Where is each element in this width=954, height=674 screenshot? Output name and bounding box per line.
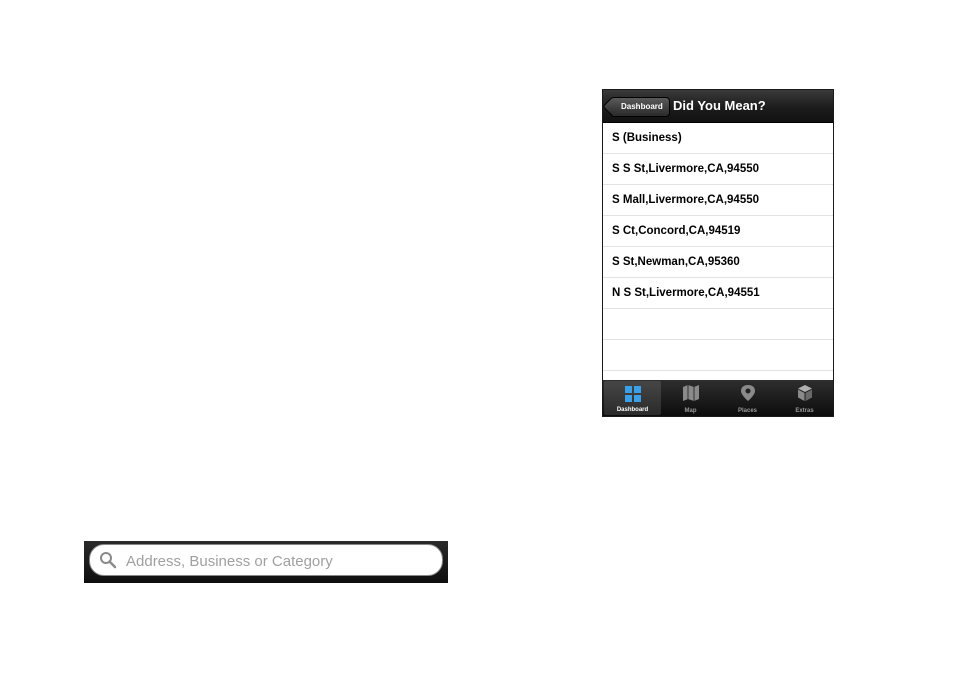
back-button-label: Dashboard <box>621 102 663 111</box>
suggestion-item[interactable]: N S St,Livermore,CA,94551 <box>603 278 833 309</box>
suggestion-item[interactable]: S (Business) <box>603 123 833 154</box>
suggestion-item[interactable]: S Ct,Concord,CA,94519 <box>603 216 833 247</box>
search-bar <box>84 541 448 583</box>
extras-box-icon <box>797 385 812 401</box>
suggestion-item[interactable]: S Mall,Livermore,CA,94550 <box>603 185 833 216</box>
dashboard-icon <box>624 386 641 402</box>
empty-list-row <box>603 309 833 340</box>
did-you-mean-screen: Dashboard Did You Mean? S (Business) S S… <box>602 89 834 417</box>
suggestion-item[interactable]: S St,Newman,CA,95360 <box>603 247 833 278</box>
tab-places[interactable]: Places <box>719 380 776 416</box>
tab-label: Map <box>684 408 697 414</box>
tab-dashboard[interactable]: Dashboard <box>604 381 661 415</box>
back-button-dashboard[interactable]: Dashboard <box>610 97 670 117</box>
tab-label: Places <box>737 408 758 414</box>
page-title: Did You Mean? <box>673 98 766 113</box>
places-pin-icon <box>740 385 755 401</box>
tab-label: Extras <box>795 408 814 414</box>
empty-list-row <box>603 340 833 371</box>
search-icon <box>100 552 117 569</box>
tab-bar: Dashboard Map Places Extras <box>603 380 833 416</box>
tab-map[interactable]: Map <box>662 380 719 416</box>
tab-label: Dashboard <box>616 407 649 413</box>
map-icon <box>682 385 699 401</box>
suggestion-list: S (Business) S S St,Livermore,CA,94550 S… <box>603 123 833 371</box>
search-field[interactable] <box>89 544 443 576</box>
navigation-bar: Dashboard Did You Mean? <box>603 90 833 123</box>
suggestion-item[interactable]: S S St,Livermore,CA,94550 <box>603 154 833 185</box>
search-input[interactable] <box>124 549 428 573</box>
tab-extras[interactable]: Extras <box>776 380 833 416</box>
